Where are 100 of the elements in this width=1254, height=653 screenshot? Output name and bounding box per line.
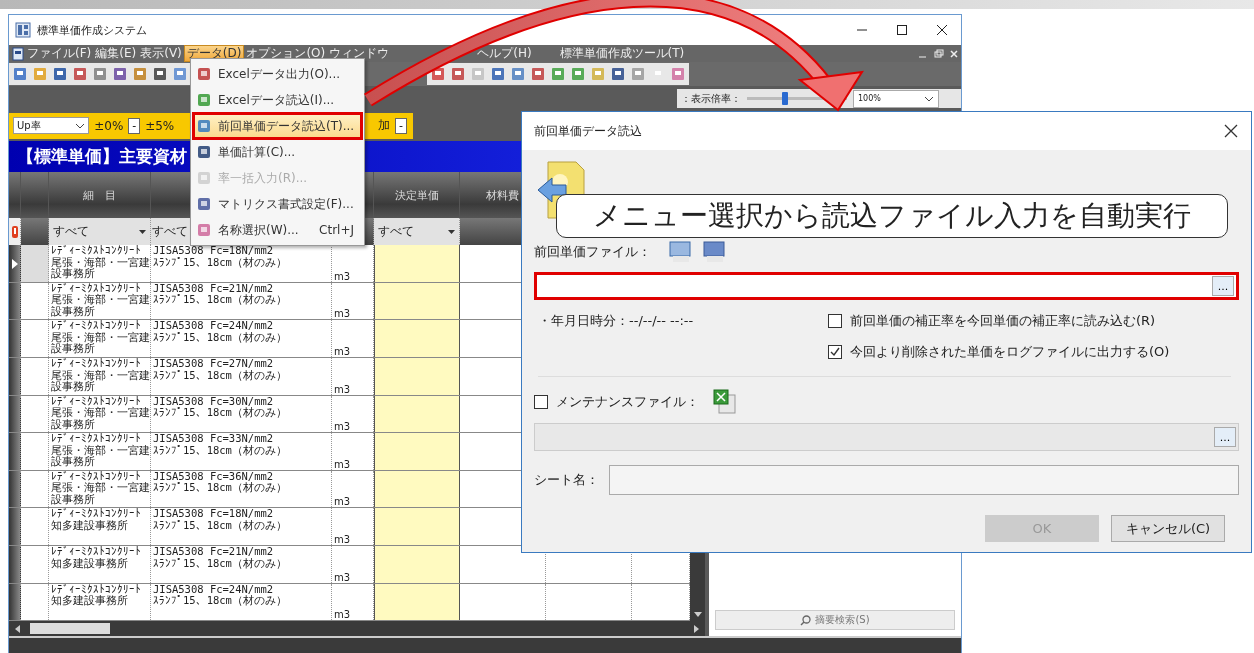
menu-item[interactable]: オプション(O) [244, 45, 328, 62]
menu-item[interactable]: 標準単価作成ツール(T) [557, 45, 687, 62]
menu-option[interactable]: 前回単価データ読込(T)... [193, 113, 362, 139]
dialog-title: 前回単価データ読込 [534, 122, 642, 140]
checkbox-icon[interactable] [828, 314, 842, 328]
rate-label: ±0% [94, 118, 124, 133]
filter-dropdown[interactable]: すべて [374, 218, 460, 246]
cancel-button[interactable]: キャンセル(C) [1111, 515, 1225, 542]
toolbar-icon[interactable] [172, 66, 188, 82]
document-icon [11, 46, 25, 61]
scroll-right-icon[interactable] [694, 624, 699, 633]
window-title: 標準単価作成システム [37, 22, 147, 38]
menu-item[interactable]: ウィンドウ [327, 45, 392, 62]
price-cell[interactable] [374, 395, 460, 433]
menu-item[interactable]: 編集(E) [93, 45, 139, 62]
toolbar-icon[interactable] [530, 66, 546, 82]
price-cell[interactable] [374, 358, 460, 395]
close-button[interactable] [1223, 123, 1239, 139]
scroll-left-icon[interactable] [15, 624, 20, 633]
browse-button[interactable]: ... [1212, 276, 1234, 296]
rate-label: 加 [378, 117, 391, 135]
price-cell[interactable] [374, 282, 460, 320]
toolbar-icon[interactable] [490, 66, 506, 82]
filter-dropdown[interactable]: すべて [152, 224, 188, 240]
scroll-thumb[interactable] [30, 623, 110, 635]
table-cell: JISA5308 Fc=30N/mm2 ｽﾗﾝﾌﾟ15、18cm（材のみ） [151, 395, 332, 433]
minus-button[interactable]: - [395, 117, 407, 134]
menu-option[interactable]: Excelデータ出力(O)... [193, 61, 362, 87]
price-cell[interactable] [374, 320, 460, 358]
scroll-down-icon[interactable] [693, 612, 702, 618]
search-icon [800, 614, 812, 626]
checkbox-icon[interactable] [534, 395, 548, 409]
checkbox-icon[interactable] [828, 345, 842, 359]
toolbar-icon[interactable] [52, 66, 68, 82]
caret-icon [448, 229, 455, 234]
zoom-dropdown[interactable]: 100% [853, 89, 939, 108]
slider-thumb[interactable] [782, 92, 788, 105]
field-label: シート名： [534, 471, 599, 489]
zoom-label: ：表示倍率： [681, 91, 741, 106]
file-path-field[interactable]: ... [534, 272, 1239, 300]
table-cell: m3 [334, 383, 351, 395]
file-icon[interactable] [667, 240, 693, 264]
table-cell: ﾚﾃﾞｨｰﾐｸｽﾄｺﾝｸﾘｰﾄ 尾張・海部・一宮建設事務所 [49, 320, 151, 358]
menu-item[interactable]: ヘルプ(H) [475, 45, 534, 62]
column-header: 決定単価 [394, 187, 439, 203]
filter-dropdown[interactable]: すべて [49, 218, 151, 246]
toolbar-icon[interactable] [510, 66, 526, 82]
menu-option[interactable]: 単価計算(C)... [193, 139, 362, 165]
maintenance-file-field[interactable]: ... [534, 423, 1239, 451]
table-cell: m3 [334, 270, 351, 282]
table-row[interactable]: ﾚﾃﾞｨｰﾐｸｽﾄｺﾝｸﾘｰﾄ 知多建設事務所 JISA5308 Fc=24N/mm2 ｽﾗﾝﾌﾟ15、18cm（材のみ） m3 [9, 583, 690, 622]
toolbar-icon[interactable] [72, 66, 88, 82]
file-icon[interactable] [701, 240, 727, 264]
table-cell: m3 [334, 421, 351, 433]
menu-option[interactable]: Excelデータ読込(I)... [193, 87, 362, 113]
table-cell: ﾚﾃﾞｨｰﾐｸｽﾄｺﾝｸﾘｰﾄ 知多建設事務所 [49, 546, 151, 583]
chevron-icon [924, 95, 934, 102]
table-cell: ﾚﾃﾞｨｰﾐｸｽﾄｺﾝｸﾘｰﾄ 尾張・海部・一宮建設事務所 [49, 470, 151, 508]
search-button[interactable]: 摘要検索(S) [715, 610, 955, 630]
price-cell[interactable] [374, 508, 460, 545]
row-header[interactable] [9, 245, 21, 282]
table-cell: m3 [334, 534, 351, 545]
spreadsheet-icon[interactable] [713, 389, 737, 415]
option-checkbox[interactable]: 前回単価の補正率を今回単価の補正率に読み込む(R) [828, 312, 1170, 330]
minus-button[interactable]: - [128, 117, 141, 134]
menu-option[interactable]: マトリクス書式設定(F)... [193, 191, 362, 217]
toolbar-icon[interactable] [12, 66, 28, 82]
column-header: 細 目 [83, 187, 116, 203]
table-row[interactable]: ﾚﾃﾞｨｰﾐｸｽﾄｺﾝｸﾘｰﾄ 知多建設事務所 JISA5308 Fc=21N/mm2 ｽﾗﾝﾌﾟ15、18cm（材のみ） m3 [9, 546, 690, 584]
toolbar-icon[interactable] [92, 66, 108, 82]
rate-label: ±5% [145, 118, 175, 133]
horizontal-scrollbar[interactable] [9, 621, 705, 636]
chevron-icon [75, 122, 86, 129]
price-cell[interactable] [374, 245, 460, 282]
toolbar-icon[interactable] [112, 66, 128, 82]
toolbar-icon[interactable] [450, 66, 466, 82]
table-cell: JISA5308 Fc=24N/mm2 ｽﾗﾝﾌﾟ15、18cm（材のみ） [151, 583, 332, 621]
mdi-window-controls-icon[interactable] [917, 47, 961, 60]
field-label: 前回単価ファイル： [534, 243, 651, 261]
menu-option[interactable]: 名称選択(W)... Ctrl+J [193, 217, 362, 243]
menu-option-icon [196, 66, 212, 82]
price-cell[interactable] [374, 470, 460, 508]
option-checkbox[interactable]: 今回より削除された単価をログファイルに出力する(O) [828, 343, 1170, 361]
price-cell[interactable] [374, 433, 460, 470]
column-header: 材料費 [486, 187, 519, 203]
price-cell[interactable] [374, 546, 460, 583]
table-cell: ﾚﾃﾞｨｰﾐｸｽﾄｺﾝｸﾘｰﾄ 尾張・海部・一宮建設事務所 [49, 245, 151, 282]
rate-dropdown[interactable]: Up率 [13, 117, 90, 135]
table-cell: ﾚﾃﾞｨｰﾐｸｽﾄｺﾝｸﾘｰﾄ 尾張・海部・一宮建設事務所 [49, 358, 151, 395]
sheet-name-field[interactable] [609, 465, 1239, 495]
table-cell: m3 [334, 571, 351, 583]
table-cell: JISA5308 Fc=18N/mm2 ｽﾗﾝﾌﾟ15、18cm（材のみ） [151, 508, 332, 545]
filter-clear-icon[interactable] [10, 224, 19, 239]
menu-item[interactable]: 表示(V) [138, 45, 184, 62]
price-cell[interactable] [374, 583, 460, 621]
menu-item[interactable]: ファイル(F) [25, 45, 94, 62]
toolbar-icon[interactable] [152, 66, 168, 82]
browse-button[interactable]: ... [1214, 427, 1236, 447]
table-cell: m3 [334, 496, 351, 508]
toolbar-icon[interactable] [610, 66, 626, 82]
